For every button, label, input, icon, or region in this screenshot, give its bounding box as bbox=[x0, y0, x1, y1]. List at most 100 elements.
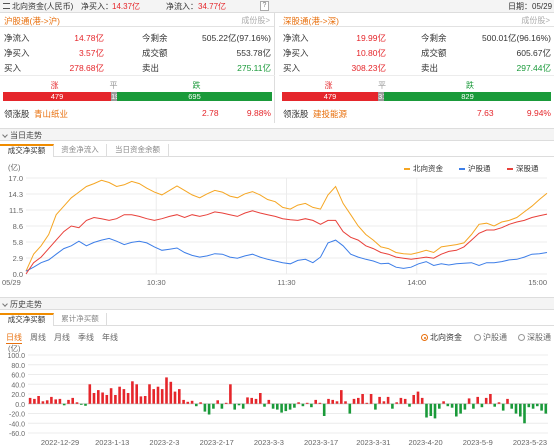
collapse-icon[interactable] bbox=[2, 301, 8, 307]
bar bbox=[105, 395, 109, 404]
radio-label: 沪股通 bbox=[483, 333, 507, 342]
bar bbox=[514, 403, 518, 414]
radio-north[interactable]: 北向资金 bbox=[421, 332, 462, 343]
sz-row-value: 605.67亿 bbox=[516, 48, 552, 58]
tab-hist-cumulative[interactable]: 累计净买额 bbox=[54, 313, 107, 326]
help-icon[interactable]: ? bbox=[260, 1, 269, 11]
bar bbox=[416, 391, 420, 404]
bar bbox=[165, 377, 168, 404]
bar bbox=[101, 392, 104, 404]
sz-row-label: 成交额 bbox=[421, 48, 447, 58]
sz-leader-pct: 9.94% bbox=[526, 108, 551, 118]
bar bbox=[280, 403, 283, 413]
tab-balance[interactable]: 当日资金余额 bbox=[107, 144, 169, 157]
x-tick-label: 2023-5-23 bbox=[513, 438, 547, 447]
y-tick-label: 14.3 bbox=[8, 190, 23, 199]
bar bbox=[348, 403, 352, 414]
bar bbox=[67, 399, 70, 404]
tab-net-buy[interactable]: 成交净买额 bbox=[0, 144, 54, 157]
sz-panel-title[interactable]: 深股通(港->深) bbox=[283, 15, 339, 27]
x-tick-label: 2022-12-29 bbox=[41, 438, 79, 447]
sh-up-bar: 479 bbox=[3, 92, 111, 101]
bar bbox=[267, 399, 271, 404]
sh-leader-label: 领涨股 bbox=[4, 109, 30, 119]
menu-text: 北向资金(人民币) bbox=[12, 2, 74, 11]
sh-up-label: 涨 bbox=[50, 81, 59, 90]
bar bbox=[207, 403, 211, 415]
y-tick-label: -40.0 bbox=[9, 421, 25, 428]
sh-leader-pct: 9.88% bbox=[246, 108, 271, 118]
bar bbox=[527, 403, 531, 408]
period-month[interactable]: 月线 bbox=[54, 332, 70, 343]
bar bbox=[139, 396, 143, 404]
bar bbox=[152, 389, 155, 404]
sh-panel-title[interactable]: 沪股通(港->沪) bbox=[4, 15, 60, 27]
bar bbox=[97, 390, 100, 404]
x-tick-label: 10:30 bbox=[147, 278, 166, 287]
bar bbox=[429, 403, 433, 416]
y-tick-label: 80.0 bbox=[11, 363, 25, 370]
bar bbox=[459, 403, 462, 414]
bar bbox=[71, 397, 74, 404]
sz-row-value: 297.44亿 bbox=[516, 63, 552, 73]
bar bbox=[114, 395, 117, 404]
sh-row: 净流入 14.78亿 今剩余 505.22亿(97.16%) bbox=[0, 29, 274, 45]
bar bbox=[199, 402, 202, 404]
tab-hist-net-buy[interactable]: 成交净买额 bbox=[0, 313, 54, 326]
bar bbox=[425, 403, 428, 418]
bar bbox=[259, 393, 262, 404]
bar bbox=[224, 402, 228, 404]
bar bbox=[190, 400, 194, 404]
bar bbox=[327, 398, 330, 404]
bar bbox=[374, 403, 377, 410]
bar bbox=[246, 397, 249, 404]
bar bbox=[510, 403, 513, 409]
x-tick-label: 2023-1-13 bbox=[95, 438, 129, 447]
x-tick-label: 2023-3-17 bbox=[304, 438, 338, 447]
sh-leader-name[interactable]: 青山纸业 bbox=[34, 108, 68, 120]
net-inflow-label: 净流入： bbox=[166, 2, 198, 11]
bar bbox=[382, 401, 386, 404]
collapse-icon[interactable] bbox=[2, 132, 8, 138]
bar bbox=[178, 389, 181, 404]
sz-leader-name[interactable]: 建投能源 bbox=[313, 108, 347, 120]
history-bar-chart: (亿)100.0 80.0 60.0 40.0 20.0 0.0 -20.0 -40.0 -60… bbox=[7, 343, 548, 447]
sh-panel-header: 沪股通(港->沪) 成份股> bbox=[0, 13, 274, 27]
bar bbox=[84, 403, 87, 406]
bar bbox=[361, 394, 364, 404]
bar bbox=[501, 403, 505, 411]
bar bbox=[54, 399, 57, 404]
bar bbox=[41, 401, 45, 404]
period-week[interactable]: 周线 bbox=[30, 332, 46, 343]
sz-row-value: 308.23亿 bbox=[351, 63, 387, 73]
sz-row-label: 净买入 bbox=[283, 48, 309, 58]
sh-leader-price: 2.78 bbox=[202, 108, 219, 118]
sz-constituents-link[interactable]: 成份股> bbox=[521, 15, 550, 26]
net-inflow-value: 34.77亿 bbox=[198, 2, 227, 11]
y-tick-label: 2.9 bbox=[13, 254, 23, 263]
bar bbox=[386, 396, 390, 404]
bar bbox=[331, 399, 334, 404]
period-year[interactable]: 年线 bbox=[102, 332, 118, 343]
date-text: 日期：05/29 bbox=[508, 2, 553, 11]
bar bbox=[412, 395, 415, 404]
bar bbox=[254, 398, 258, 404]
bar bbox=[493, 403, 496, 407]
sh-row-value: 278.68亿 bbox=[69, 63, 105, 73]
bar bbox=[446, 403, 450, 407]
bar bbox=[263, 403, 266, 407]
bar bbox=[395, 402, 398, 404]
radio-sz[interactable]: 深股通 bbox=[518, 332, 551, 343]
divider bbox=[279, 75, 554, 76]
sh-row-label: 净流入 bbox=[4, 33, 30, 43]
bar bbox=[297, 402, 300, 404]
bar bbox=[271, 403, 275, 409]
sz-up-bar: 479 bbox=[282, 92, 378, 101]
radio-label: 深股通 bbox=[527, 333, 551, 342]
menu-label[interactable]: 北向资金(人民币) bbox=[3, 1, 73, 12]
radio-sh[interactable]: 沪股通 bbox=[474, 332, 507, 343]
sz-leader-label: 领涨股 bbox=[283, 109, 309, 119]
sh-constituents-link[interactable]: 成份股> bbox=[241, 15, 270, 26]
period-quarter[interactable]: 季线 bbox=[78, 332, 94, 343]
tab-net-inflow[interactable]: 资金净流入 bbox=[54, 144, 107, 157]
